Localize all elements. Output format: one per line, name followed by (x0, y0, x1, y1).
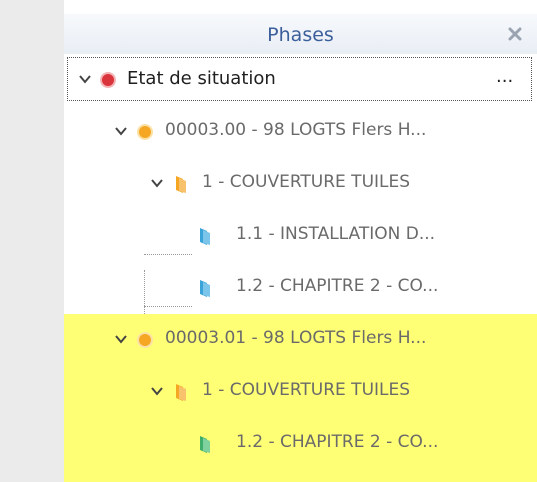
panel-header: Phases (64, 14, 537, 54)
green-folder-icon (200, 436, 210, 453)
tree-item-label: 1.1 - INSTALLATION D... (236, 224, 436, 244)
more-button[interactable]: ... (496, 66, 513, 87)
chevron-down-icon[interactable] (114, 332, 128, 346)
phases-window: Phases Etat de situation ... 00003.00 - … (0, 0, 537, 482)
phase-tree: Etat de situation ... 00003.00 - 98 LOGT… (64, 54, 537, 482)
chevron-down-icon[interactable] (78, 72, 92, 86)
tree-item-label: 1 - COUVERTURE TUILES (202, 380, 411, 400)
tree-item-label: 00003.01 - 98 LOGTS Flers H... (165, 328, 427, 348)
tree-item-etat-de-situation[interactable]: Etat de situation ... (64, 54, 537, 106)
panel-title: Phases (267, 24, 334, 46)
chevron-down-icon[interactable] (150, 176, 164, 190)
tree-item-label: 00003.00 - 98 LOGTS Flers H... (165, 120, 427, 140)
blue-folder-icon (200, 280, 210, 297)
left-strip (0, 0, 64, 482)
tree-item-label: Etat de situation (127, 68, 276, 89)
chevron-down-icon[interactable] (150, 384, 164, 398)
orange-folder-icon (176, 384, 186, 401)
tree-item-label: 1 - COUVERTURE TUILES (202, 172, 411, 192)
chevron-down-icon[interactable] (114, 124, 128, 138)
orange-circle-icon (137, 332, 153, 348)
blue-folder-icon (200, 228, 210, 245)
tree-item-label: 1.2 - CHAPITRE 2 - CO... (236, 276, 439, 296)
tree-item-phase[interactable]: 00003.00 - 98 LOGTS Flers H... (64, 106, 537, 158)
red-circle-icon (100, 72, 116, 88)
tree-item-chapter[interactable]: 1 - COUVERTURE TUILES (64, 158, 537, 210)
close-icon[interactable] (504, 23, 526, 45)
orange-circle-icon (137, 124, 153, 140)
tree-item-subchapter[interactable]: 1.2 - CHAPITRE 2 - CO... (64, 262, 537, 314)
tree-item-subchapter[interactable]: 1.1 - INSTALLATION D... (64, 210, 537, 262)
tree-item-label: 1.2 - CHAPITRE 2 - CO... (236, 432, 439, 452)
tree-item-subchapter[interactable]: 1.2 - CHAPITRE 2 - CO... (64, 418, 537, 482)
tree-item-chapter[interactable]: 1 - COUVERTURE TUILES (64, 366, 537, 418)
orange-folder-icon (176, 176, 186, 193)
tree-item-phase[interactable]: 00003.01 - 98 LOGTS Flers H... (64, 314, 537, 366)
phases-panel: Phases Etat de situation ... 00003.00 - … (64, 14, 537, 482)
